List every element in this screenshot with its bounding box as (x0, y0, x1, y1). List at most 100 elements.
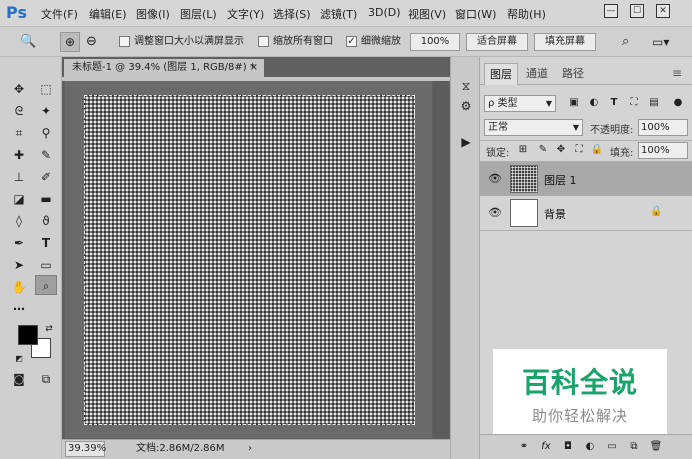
fill-screen-button[interactable]: 填充屏幕 (534, 33, 596, 51)
maximize-button[interactable]: ☐ (630, 4, 644, 18)
eye-icon[interactable]: 👁 (488, 206, 502, 220)
menu-edit[interactable]: 编辑(E) (89, 6, 127, 22)
more-tools-icon[interactable]: ⋯ (8, 299, 30, 319)
delete-layer-icon[interactable]: 🗑 (648, 439, 664, 455)
lock-transparent-icon[interactable]: ⊞ (516, 143, 530, 157)
gradient-icon[interactable]: ▬ (35, 189, 57, 209)
tab-channels[interactable]: 通道 (520, 63, 554, 85)
chevron-down-icon: ▼ (572, 123, 579, 132)
divider (480, 140, 692, 141)
zoom-level-field[interactable]: 39.39% (65, 441, 106, 457)
default-colors-icon[interactable]: ◩ (8, 349, 30, 369)
panel-menu-icon[interactable]: ≡ (672, 66, 682, 80)
layer-row-background[interactable]: 👁 背景 🔒 (480, 196, 692, 230)
lock-label: 锁定: (486, 148, 510, 159)
menu-window[interactable]: 窗口(W) (455, 6, 496, 22)
layer-row-layer1[interactable]: 👁 图层 1 (480, 162, 692, 196)
filter-adjustment-icon[interactable]: ◐ (586, 95, 602, 111)
lock-position-icon[interactable]: ✥ (554, 143, 568, 157)
tab-paths[interactable]: 路径 (556, 63, 590, 85)
marquee-icon[interactable]: ⬚ (35, 79, 57, 99)
adjustment-layer-icon[interactable]: ◐ (582, 439, 598, 455)
photoshop-logo: Ps (6, 3, 27, 22)
brush-icon[interactable]: ✎ (35, 145, 57, 165)
fx-icon[interactable]: fx (538, 439, 554, 455)
stamp-icon[interactable]: ⊥ (8, 167, 30, 187)
lock-artboard-icon[interactable]: ⛶ (572, 143, 586, 157)
menu-filter[interactable]: 滤镜(T) (320, 6, 357, 22)
menu-image[interactable]: 图像(I) (136, 6, 170, 22)
blend-mode-select[interactable]: 正常 ▼ (484, 119, 583, 136)
search-icon[interactable]: ⌕ (622, 33, 629, 51)
menu-type[interactable]: 文字(Y) (227, 6, 264, 22)
eye-icon[interactable]: 👁 (488, 172, 502, 186)
history-panel-icon[interactable]: ⧖ (457, 77, 475, 95)
type-icon[interactable]: T (35, 233, 57, 253)
minimize-button[interactable]: — (604, 4, 618, 18)
opacity-field[interactable]: 100% (638, 119, 688, 136)
layers-panel: 图层 通道 路径 ≡ ρ 类型 ▼ ▣ ◐ T ⛶ ▤ ● 正常 ▼ 不透明度:… (480, 57, 692, 459)
menu-bar: Ps 文件(F) 编辑(E) 图像(I) 图层(L) 文字(Y) 选择(S) 滤… (0, 0, 692, 27)
layer-thumbnail (510, 165, 538, 193)
pen-icon[interactable]: ✒ (8, 233, 30, 253)
document-tab[interactable]: 未标题-1 @ 39.4% (图层 1, RGB/8#) * × (64, 59, 264, 77)
filter-toggle-icon[interactable]: ● (670, 95, 686, 111)
link-layers-icon[interactable]: ⚭ (516, 439, 532, 455)
scrubby-zoom-label: 细微缩放 (361, 36, 401, 47)
layer-kind-filter[interactable]: ρ 类型 ▼ (484, 95, 556, 112)
tab-layers[interactable]: 图层 (484, 63, 518, 85)
fit-screen-button[interactable]: 适合屏幕 (466, 33, 528, 51)
healing-icon[interactable]: ✚ (8, 145, 30, 165)
quick-mask-icon[interactable]: ◙ (8, 369, 30, 389)
lock-all-icon[interactable]: 🔒 (590, 143, 604, 157)
close-button[interactable]: ✕ (656, 4, 670, 18)
vertical-scrollbar[interactable] (433, 81, 448, 438)
menu-layer[interactable]: 图层(L) (180, 6, 217, 22)
menu-3d[interactable]: 3D(D) (368, 6, 401, 19)
screen-mode-icon[interactable]: ⧉ (35, 369, 57, 389)
new-layer-icon[interactable]: ⧉ (626, 439, 642, 455)
history-brush-icon[interactable]: ✐ (35, 167, 57, 187)
menu-help[interactable]: 帮助(H) (507, 6, 546, 22)
filter-pixel-icon[interactable]: ▣ (566, 95, 582, 111)
add-mask-icon[interactable]: ◘ (560, 439, 576, 455)
crop-icon[interactable]: ⌗ (8, 123, 30, 143)
new-group-icon[interactable]: ▭ (604, 439, 620, 455)
actual-pixels-button[interactable]: 100% (410, 33, 460, 51)
rectangle-icon[interactable]: ▭ (35, 255, 57, 275)
menu-select[interactable]: 选择(S) (273, 6, 311, 22)
actions-play-icon[interactable]: ▶ (457, 133, 475, 151)
move-icon[interactable]: ✥ (8, 79, 30, 99)
menu-file[interactable]: 文件(F) (41, 6, 78, 22)
resize-windows-checkbox[interactable] (119, 36, 130, 47)
filter-type-icon[interactable]: T (606, 95, 622, 111)
path-select-icon[interactable]: ➤ (8, 255, 30, 275)
properties-panel-icon[interactable]: ⚙ (457, 97, 475, 115)
status-menu-arrow[interactable]: › (248, 440, 252, 458)
magic-wand-icon[interactable]: ✦ (35, 101, 57, 121)
layer-name: 背景 (544, 208, 566, 221)
zoom-icon[interactable]: ⌕ (35, 275, 57, 295)
hand-icon[interactable]: ✋ (8, 277, 30, 297)
lock-image-icon[interactable]: ✎ (536, 143, 550, 157)
scrubby-zoom-checkbox[interactable]: ✓ (346, 36, 357, 47)
fill-field[interactable]: 100% (638, 142, 688, 159)
filter-smart-object-icon[interactable]: ▤ (646, 95, 662, 111)
zoom-all-windows-checkbox[interactable] (258, 36, 269, 47)
eraser-icon[interactable]: ◪ (8, 189, 30, 209)
eyedropper-icon[interactable]: ⚲ (35, 123, 57, 143)
close-tab-icon[interactable]: × (250, 59, 258, 77)
zoom-out-icon[interactable]: ⊖ (86, 33, 97, 51)
dodge-icon[interactable]: ϑ (35, 211, 57, 231)
blend-mode-value: 正常 (488, 122, 508, 133)
canvas-halftone-image[interactable] (84, 95, 415, 425)
lasso-icon[interactable]: ᘓ (8, 101, 30, 121)
zoom-tool-icon[interactable]: 🔍 (20, 33, 36, 51)
filter-shape-icon[interactable]: ⛶ (626, 95, 642, 111)
swap-colors-icon[interactable]: ⇄ (38, 319, 60, 339)
blur-icon[interactable]: ◊ (8, 211, 30, 231)
zoom-in-icon[interactable]: ⊕ (60, 32, 80, 52)
menu-view[interactable]: 视图(V) (408, 6, 446, 22)
foreground-color-swatch[interactable] (18, 325, 38, 345)
workspace-icon[interactable]: ▭▾ (652, 33, 669, 51)
